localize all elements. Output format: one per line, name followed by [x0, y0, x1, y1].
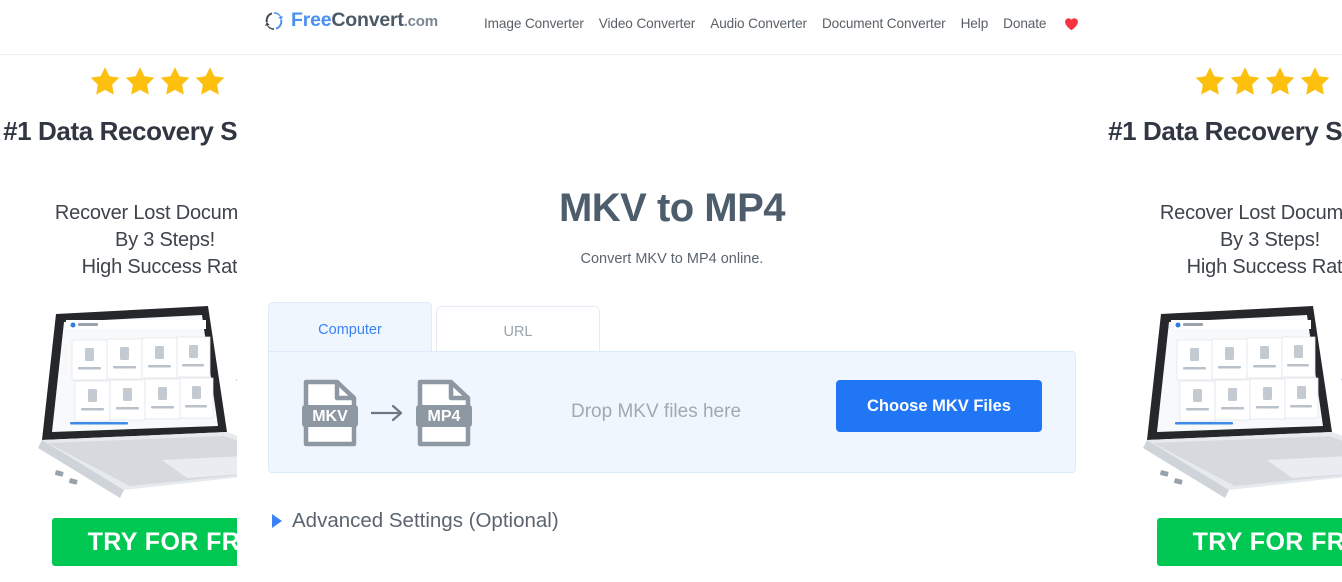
site-logo[interactable]: FreeConvert.com [264, 9, 438, 32]
ad-body: Recover Lost Documents By 3 Steps! High … [1105, 200, 1342, 280]
star-rating-4-5-icon [88, 65, 237, 98]
site-header: FreeConvert.com Image Converter Video Co… [0, 0, 1342, 55]
main-nav: Image Converter Video Converter Audio Co… [484, 16, 1079, 31]
logo-text-convert: Convert [331, 9, 404, 31]
star-icon [1195, 67, 1225, 95]
star-half-icon [228, 65, 237, 98]
caret-right-icon [272, 514, 282, 528]
laptop-with-recovery-software-icon [1143, 306, 1342, 498]
drop-files-hint: Drop MKV files here [571, 401, 742, 422]
heart-icon[interactable] [1064, 17, 1079, 31]
page-subtitle: Convert MKV to MP4 online. [580, 251, 764, 267]
tab-url-label: URL [503, 323, 533, 340]
mkv-file-icon: MKV [302, 379, 358, 447]
star-half-icon [1333, 65, 1342, 98]
star-icon [90, 67, 120, 95]
ad-body-line-1: Recover Lost Documents [54, 202, 237, 224]
star-icon [195, 67, 225, 95]
file-dropzone[interactable]: MKV MP4 Drop MKV files here Choose MKV F… [268, 351, 1076, 473]
nav-item-donate[interactable]: Donate [1003, 16, 1046, 31]
ad-body-line-3: High Success Rate [1186, 255, 1342, 278]
ad-body-line-3: High Success Rate [81, 255, 237, 278]
tab-computer[interactable]: Computer [268, 302, 432, 357]
ad-left-content: #1 Data Recovery Software Recover Lost D… [0, 55, 237, 582]
refresh-circular-arrows-icon [265, 11, 283, 30]
ad-body-line-2: By 3 Steps! [1219, 228, 1321, 251]
star-icon [160, 67, 190, 95]
ad-body: Recover Lost Documents By 3 Steps! High … [0, 200, 237, 280]
page-root: FreeConvert.com Image Converter Video Co… [0, 0, 1342, 582]
star-rating-4-5-icon [1193, 65, 1342, 98]
ad-headline: #1 Data Recovery Software [1108, 116, 1342, 146]
logo-text-free: Free [291, 9, 332, 31]
source-tabs: Computer URL [268, 300, 600, 357]
star-icon [1265, 67, 1295, 95]
ad-cta-button[interactable]: TRY FOR FREE [52, 518, 237, 566]
tab-computer-label: Computer [318, 321, 382, 338]
arrow-right-icon [371, 404, 403, 422]
logo-text: FreeConvert.com [291, 9, 438, 32]
svg-text:MP4: MP4 [428, 408, 461, 425]
format-conversion-icons: MKV MP4 [302, 379, 472, 447]
advanced-settings-toggle[interactable]: Advanced Settings (Optional) [272, 509, 559, 533]
laptop-with-recovery-software-icon [38, 306, 237, 498]
star-icon [1300, 67, 1330, 95]
ad-right[interactable]: #1 Data Recovery Software Recover Lost D… [1105, 55, 1342, 582]
nav-item-document-converter[interactable]: Document Converter [822, 16, 946, 31]
logo-text-com: .com [403, 13, 438, 30]
svg-text:MKV: MKV [312, 408, 348, 425]
nav-item-audio-converter[interactable]: Audio Converter [710, 16, 807, 31]
nav-item-video-converter[interactable]: Video Converter [599, 16, 696, 31]
ad-left[interactable]: #1 Data Recovery Software Recover Lost D… [0, 55, 237, 582]
mp4-file-icon: MP4 [416, 379, 472, 447]
main-content: MKV to MP4 Convert MKV to MP4 online. Co… [268, 55, 1076, 582]
nav-item-image-converter[interactable]: Image Converter [484, 16, 584, 31]
page-title: MKV to MP4 [558, 186, 786, 230]
ad-body-line-1: Recover Lost Documents [1159, 202, 1342, 224]
advanced-settings-label: Advanced Settings (Optional) [292, 509, 559, 532]
nav-item-help[interactable]: Help [961, 16, 989, 31]
star-icon [125, 67, 155, 95]
ad-headline: #1 Data Recovery Software [3, 116, 237, 146]
star-icon [1230, 67, 1260, 95]
ad-cta-button[interactable]: TRY FOR FREE [1157, 518, 1342, 566]
tab-url[interactable]: URL [436, 306, 600, 357]
ad-right-content: #1 Data Recovery Software Recover Lost D… [1105, 55, 1342, 582]
choose-files-button[interactable]: Choose MKV Files [836, 380, 1042, 432]
ad-body-line-2: By 3 Steps! [114, 228, 216, 251]
